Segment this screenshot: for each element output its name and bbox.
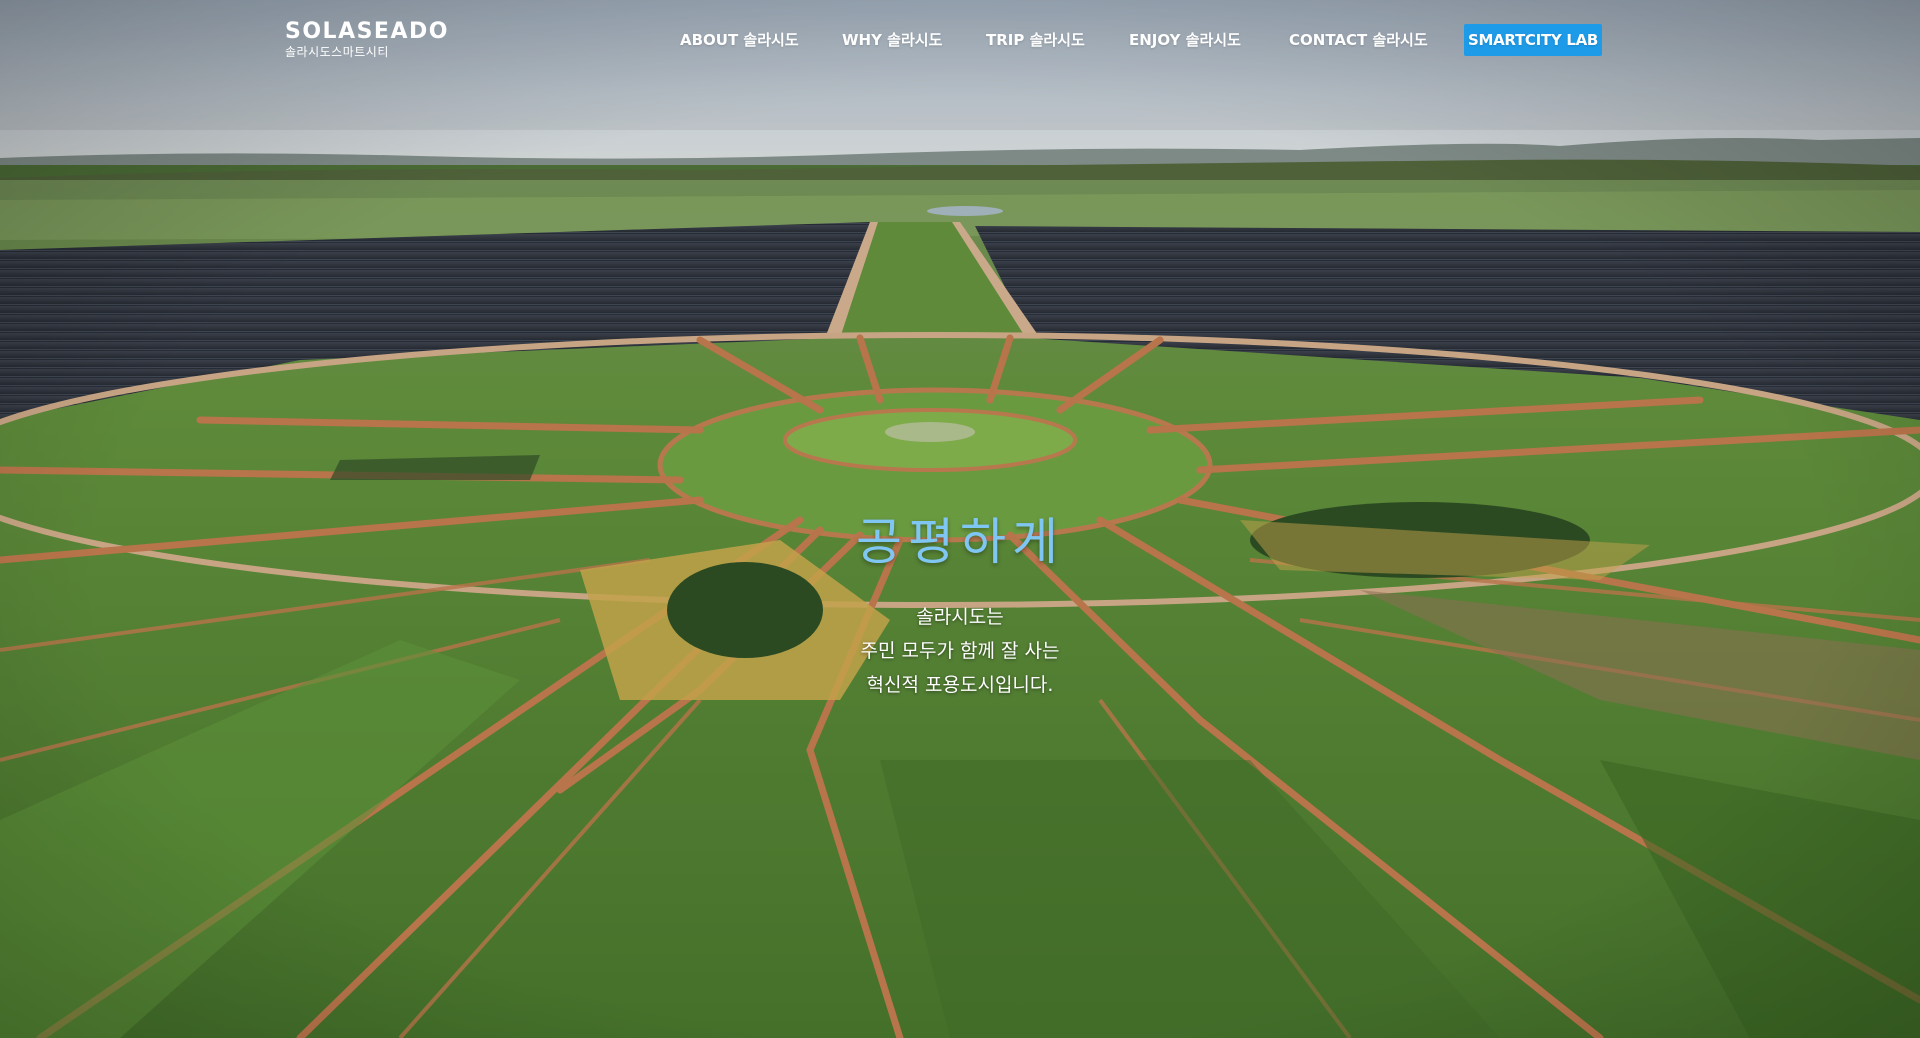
nav-item-trip[interactable]: TRIP 솔라시도 — [986, 24, 1085, 56]
smartcity-lab-button[interactable]: SMARTCITY LAB — [1464, 24, 1602, 56]
nav-item-about[interactable]: ABOUT 솔라시도 — [680, 24, 799, 56]
hero-line: 주민 모두가 함께 잘 사는 — [860, 640, 1060, 662]
hero-title: 공평하게 — [856, 513, 1064, 571]
nav-item-why[interactable]: WHY 솔라시도 — [842, 24, 942, 56]
hero-description: 솔라시도는 주민 모두가 함께 잘 사는 혁신적 포용도시입니다. — [0, 600, 1920, 702]
hero-section: SOLASEADO 솔라시도스마트시티 ABOUT 솔라시도 WHY 솔라시도 … — [0, 0, 1920, 1038]
site-header: SOLASEADO 솔라시도스마트시티 ABOUT 솔라시도 WHY 솔라시도 … — [0, 0, 1920, 90]
hero-line: 혁신적 포용도시입니다. — [866, 674, 1054, 696]
nav-item-enjoy[interactable]: ENJOY 솔라시도 — [1129, 24, 1241, 56]
nav-item-contact[interactable]: CONTACT 솔라시도 — [1289, 24, 1428, 56]
hero-line: 솔라시도는 — [916, 606, 1004, 628]
hero-copy: 공평하게 솔라시도는 주민 모두가 함께 잘 사는 혁신적 포용도시입니다. — [0, 510, 1920, 702]
main-nav: ABOUT 솔라시도 WHY 솔라시도 TRIP 솔라시도 ENJOY 솔라시도… — [0, 24, 1920, 56]
